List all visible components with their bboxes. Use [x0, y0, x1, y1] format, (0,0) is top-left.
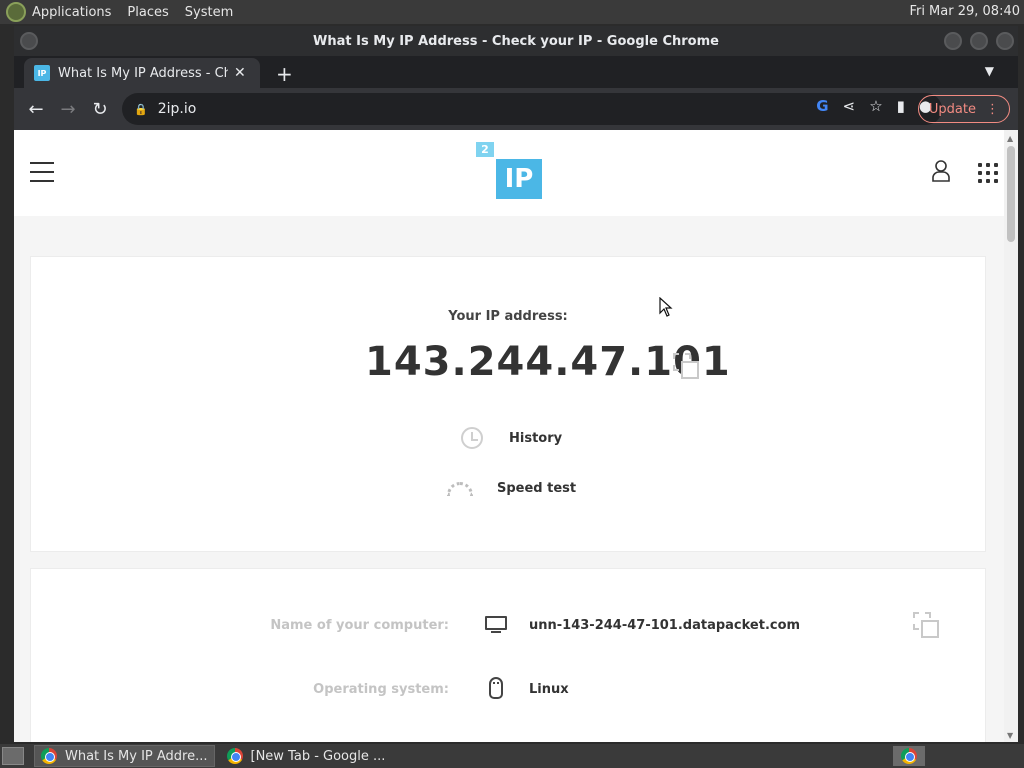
computer-name-label: Name of your computer:	[270, 618, 449, 633]
applications-menu[interactable]: Applications	[32, 5, 111, 20]
bookmark-star-icon[interactable]: ☆	[869, 97, 882, 115]
chrome-icon	[41, 748, 57, 764]
taskbar-item-chrome-newtab[interactable]: [New Tab - Google ...	[221, 745, 392, 767]
details-card: Name of your computer: unn-143-244-47-10…	[30, 568, 986, 742]
apps-grid-icon[interactable]	[978, 163, 998, 183]
scroll-down-icon[interactable]: ▼	[1007, 731, 1013, 740]
history-link[interactable]: History	[461, 427, 562, 449]
reload-button[interactable]: ↻	[84, 93, 116, 125]
linux-penguin-icon	[483, 676, 509, 702]
site-favicon-icon: IP	[34, 65, 50, 81]
update-label: Update	[928, 101, 976, 117]
tab-strip: IP What Is My IP Address - Check your IP…	[14, 56, 1018, 88]
side-panel-icon[interactable]: ▮	[897, 97, 905, 115]
clock[interactable]: Fri Mar 29, 08:40	[909, 4, 1020, 19]
page-scrollbar[interactable]: ▲ ▼	[1004, 130, 1018, 742]
tab-close-icon[interactable]: ✕	[234, 65, 246, 81]
taskbar-item-label: [New Tab - Google ...	[250, 748, 386, 764]
logo-main-square: IP	[496, 159, 542, 199]
chrome-icon	[226, 748, 243, 764]
hamburger-menu-icon[interactable]	[30, 162, 54, 189]
speedometer-icon	[447, 481, 473, 496]
copy-hostname-icon[interactable]	[913, 612, 941, 640]
google-lens-icon[interactable]: G	[816, 97, 828, 115]
new-tab-button[interactable]: +	[276, 62, 293, 86]
taskbar-item-label: What Is My IP Addre...	[65, 748, 208, 764]
system-menu[interactable]: System	[185, 5, 233, 20]
computer-name-value[interactable]: unn-143-244-47-101.datapacket.com	[529, 618, 800, 633]
kebab-menu-icon[interactable]: ⋮	[986, 102, 999, 117]
close-window-icon[interactable]	[996, 32, 1014, 50]
window-menu-icon[interactable]	[20, 32, 38, 50]
logo-small-square: 2	[476, 142, 494, 157]
minimize-icon[interactable]	[944, 32, 962, 50]
maximize-icon[interactable]	[970, 32, 988, 50]
url-text[interactable]: 2ip.io	[158, 101, 197, 117]
share-icon[interactable]: ⋖	[843, 97, 856, 115]
window-title: What Is My IP Address - Check your IP - …	[313, 33, 719, 49]
history-clock-icon	[461, 427, 483, 449]
mouse-cursor-icon	[659, 297, 673, 317]
ip-card: Your IP address: 143.244.47.101 History …	[30, 256, 986, 552]
update-button[interactable]: Update ⋮	[917, 95, 1010, 123]
user-account-icon[interactable]	[932, 160, 950, 186]
site-logo[interactable]: 2 IP	[476, 142, 542, 200]
detail-row-computer-name: Name of your computer: unn-143-244-47-10…	[31, 610, 985, 640]
omnibox-actions: G ⋖ ☆ ▮ ●	[816, 97, 932, 115]
tab-search-chevron-icon[interactable]: ▼	[985, 64, 994, 78]
show-desktop-icon[interactable]	[2, 747, 24, 765]
monitor-icon	[483, 612, 509, 638]
back-button[interactable]: ←	[20, 93, 52, 125]
lock-icon[interactable]: 🔒	[134, 103, 148, 116]
browser-toolbar: ← → ↻ 🔒 2ip.io G ⋖ ☆ ▮ ● Update ⋮	[14, 88, 1018, 130]
history-label: History	[509, 430, 563, 446]
os-value[interactable]: Linux	[529, 682, 569, 697]
speed-test-link[interactable]: Speed test	[447, 481, 576, 496]
distro-logo-icon[interactable]	[6, 2, 26, 22]
speed-test-label: Speed test	[497, 481, 577, 496]
scrollbar-thumb[interactable]	[1007, 146, 1015, 242]
detail-row-os: Operating system: Linux	[31, 674, 985, 704]
tab-active[interactable]: IP What Is My IP Address - Check your IP…	[24, 58, 260, 88]
scroll-up-icon[interactable]: ▲	[1007, 134, 1013, 143]
browser-window: What Is My IP Address - Check your IP - …	[14, 26, 1018, 742]
forward-button[interactable]: →	[52, 93, 84, 125]
places-menu[interactable]: Places	[127, 5, 168, 20]
bottom-taskbar: What Is My IP Addre... [New Tab - Google…	[0, 744, 1024, 768]
chrome-icon	[901, 748, 917, 764]
tab-title: What Is My IP Address - Check your IP	[58, 65, 228, 81]
copy-ip-icon[interactable]	[673, 353, 701, 381]
top-panel: Applications Places System Fri Mar 29, 0…	[0, 0, 1024, 24]
tray-chrome-icon[interactable]	[893, 746, 925, 766]
window-titlebar[interactable]: What Is My IP Address - Check your IP - …	[14, 26, 1018, 56]
page-viewport: 2 IP Your IP address: 143.244.47.101 His…	[14, 130, 1018, 742]
site-header: 2 IP	[14, 130, 1018, 216]
os-label: Operating system:	[313, 682, 449, 697]
taskbar-item-chrome-ip[interactable]: What Is My IP Addre...	[34, 745, 215, 767]
ip-label: Your IP address:	[448, 309, 568, 324]
